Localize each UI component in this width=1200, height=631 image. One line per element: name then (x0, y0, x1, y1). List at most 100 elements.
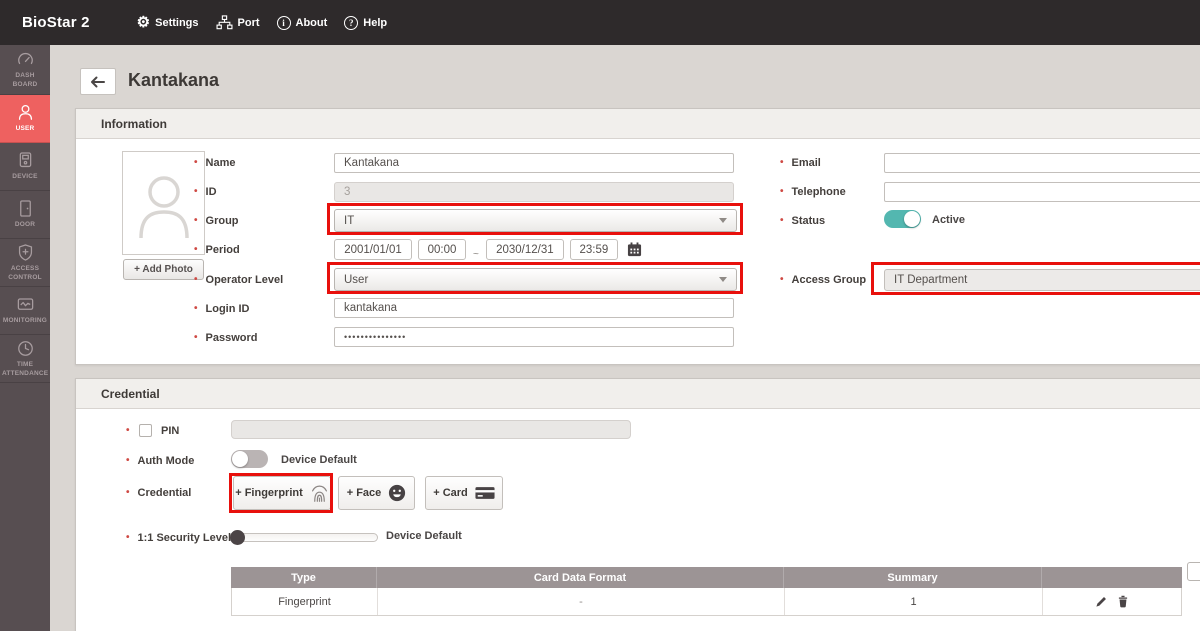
required-marker: • (780, 187, 784, 197)
credential-panel-title: Credential (101, 387, 160, 401)
pin-input (231, 420, 631, 439)
login-id-label: •Login ID (194, 301, 250, 317)
operator-level-label: •Operator Level (194, 272, 283, 288)
period-end-time-input[interactable]: 23:59 (570, 239, 618, 260)
name-label: •Name (194, 155, 235, 171)
face-icon (388, 484, 406, 502)
column-header-card-data-format: Card Data Format (376, 567, 783, 588)
menu-help-label: Help (363, 17, 387, 29)
credential-table: Type Card Data Format Summary Fingerprin… (231, 567, 1182, 616)
page-title: Kantakana (128, 70, 219, 91)
gear-icon: ⚙ (137, 15, 150, 30)
sidebar-label: USER (2, 125, 48, 134)
add-card-button[interactable]: + Card (425, 476, 503, 510)
edit-pencil-icon[interactable] (1095, 595, 1108, 608)
status-value: Active (932, 214, 965, 226)
required-marker: • (194, 216, 198, 226)
id-input: 3 (334, 182, 734, 202)
time-attendance-clock-icon (16, 339, 35, 358)
sidebar-item-device[interactable]: DEVICE (0, 143, 50, 191)
user-photo-placeholder (122, 151, 205, 255)
add-photo-button[interactable]: + Add Photo (123, 259, 204, 280)
period-start-time-input[interactable]: 00:00 (418, 239, 466, 260)
required-marker: • (194, 275, 198, 285)
security-level-label: •1:1 Security Level (126, 530, 231, 546)
help-icon: ? (344, 16, 358, 30)
table-side-button[interactable] (1187, 562, 1200, 581)
required-marker: • (126, 488, 130, 498)
menu-about[interactable]: i About (277, 16, 328, 30)
credential-panel: Credential • PIN •Auth Mode Device Defau… (75, 378, 1200, 631)
menu-settings[interactable]: ⚙ Settings (137, 15, 199, 30)
add-face-label: + Face (347, 487, 382, 499)
period-separator: ~ (473, 249, 479, 260)
password-input[interactable]: ••••••••••••••• (334, 327, 734, 347)
add-fingerprint-button[interactable]: + Fingerprint (233, 476, 331, 510)
menu-help[interactable]: ? Help (344, 16, 387, 30)
sidebar-item-time-attendance[interactable]: TIME ATTENDANCE (0, 335, 50, 383)
fingerprint-icon (310, 484, 329, 503)
sidebar-label: TIME ATTENDANCE (2, 361, 48, 379)
period-label: •Period (194, 242, 240, 258)
column-header-summary: Summary (783, 567, 1041, 588)
info-icon: i (277, 16, 291, 30)
email-input[interactable] (884, 153, 1200, 173)
back-button[interactable] (80, 68, 116, 95)
calendar-icon[interactable] (627, 242, 642, 257)
top-bar: BioStar 2 ⚙ Settings Port i (0, 0, 1200, 45)
auth-mode-toggle[interactable] (231, 450, 268, 468)
dashboard-gauge-icon (16, 50, 35, 69)
sidebar-label: MONITORING (2, 317, 48, 326)
toggle-knob (232, 451, 248, 467)
credential-label: •Credential (126, 485, 191, 501)
telephone-input[interactable] (884, 182, 1200, 202)
table-row[interactable]: Fingerprint - 1 (231, 588, 1182, 616)
period-start-date-input[interactable]: 2001/01/01 (334, 239, 412, 260)
group-select[interactable]: IT (334, 209, 737, 232)
required-marker: • (780, 216, 784, 226)
sidebar-nav: DASH BOARD USER DEVICE DOOR ACCESS CONTR… (0, 45, 50, 631)
security-level-slider[interactable] (230, 533, 378, 542)
chevron-down-icon (719, 218, 727, 223)
biostar2-app: BioStar 2 ⚙ Settings Port i (0, 0, 1200, 631)
name-input[interactable]: Kantakana (334, 153, 734, 173)
operator-level-select[interactable]: User (334, 268, 737, 291)
monitoring-icon (16, 295, 35, 314)
sidebar-item-monitoring[interactable]: MONITORING (0, 287, 50, 335)
status-toggle[interactable] (884, 210, 921, 228)
sidebar-item-access-control[interactable]: ACCESS CONTROL (0, 239, 50, 287)
access-control-shield-icon (16, 243, 35, 262)
column-header-type: Type (231, 567, 376, 588)
required-marker: • (126, 426, 130, 436)
sidebar-label: DOOR (2, 221, 48, 230)
sidebar-item-user[interactable]: USER (0, 95, 50, 143)
add-fingerprint-label: + Fingerprint (235, 487, 303, 499)
required-marker: • (194, 187, 198, 197)
add-face-button[interactable]: + Face (338, 476, 415, 510)
access-group-field[interactable]: IT Department (884, 269, 1200, 291)
sidebar-label: DEVICE (2, 173, 48, 182)
card-icon (475, 486, 495, 500)
security-level-value: Device Default (386, 530, 462, 542)
required-marker: • (780, 275, 784, 285)
slider-knob[interactable] (230, 530, 245, 545)
sidebar-item-dashboard[interactable]: DASH BOARD (0, 45, 50, 95)
credential-table-header: Type Card Data Format Summary (231, 567, 1182, 588)
sidebar-label: DASH BOARD (2, 72, 48, 90)
period-end-date-input[interactable]: 2030/12/31 (486, 239, 564, 260)
auth-mode-label: •Auth Mode (126, 453, 194, 469)
required-marker: • (194, 304, 198, 314)
password-label: •Password (194, 330, 257, 346)
delete-trash-icon[interactable] (1117, 595, 1129, 608)
sidebar-label: ACCESS CONTROL (2, 265, 48, 283)
menu-settings-label: Settings (155, 17, 198, 29)
menu-port[interactable]: Port (216, 15, 260, 31)
information-panel-title: Information (101, 117, 167, 131)
app-logo: BioStar 2 (22, 14, 90, 31)
login-id-input[interactable]: kantakana (334, 298, 734, 318)
pin-checkbox[interactable] (139, 424, 152, 437)
information-panel-header: Information (76, 109, 1200, 139)
access-group-label: •Access Group (780, 272, 866, 288)
sidebar-item-door[interactable]: DOOR (0, 191, 50, 239)
toggle-knob (904, 211, 920, 227)
